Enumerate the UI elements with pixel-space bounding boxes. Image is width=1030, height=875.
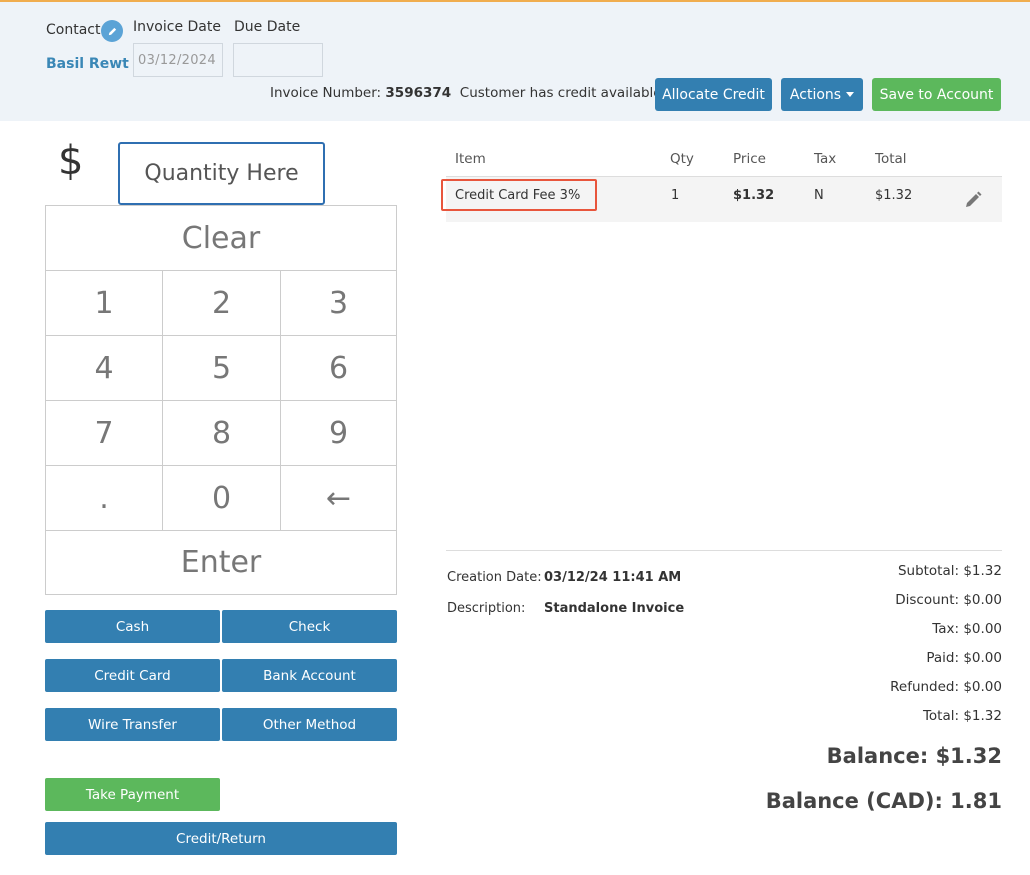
balance-cad: Balance (CAD): 1.81 [765, 789, 1002, 813]
save-to-account-button[interactable]: Save to Account [872, 78, 1001, 111]
invoice-number: 3596374 [385, 85, 452, 101]
invoice-date-field[interactable]: 03/12/2024 [133, 43, 223, 77]
allocate-credit-label: Allocate Credit [662, 86, 765, 103]
key-2[interactable]: 2 [162, 270, 281, 336]
line-item-total: $1.32 [875, 188, 913, 203]
enter-key[interactable]: Enter [45, 530, 397, 595]
credit-notice: Customer has credit available. [459, 85, 666, 101]
key-0[interactable]: 0 [162, 465, 281, 531]
invoice-date-label: Invoice Date [133, 19, 221, 35]
currency-symbol: $ [58, 138, 84, 184]
creation-date-value: 03/12/24 11:41 AM [544, 570, 682, 585]
cash-button[interactable]: Cash [45, 610, 220, 643]
refunded-total: Refunded: $0.00 [890, 679, 1002, 695]
paid-total: Paid: $0.00 [926, 650, 1002, 666]
key-9[interactable]: 9 [280, 400, 397, 466]
quantity-input[interactable]: Quantity Here [118, 142, 325, 205]
key-6[interactable]: 6 [280, 335, 397, 401]
caret-down-icon [846, 92, 855, 97]
due-date-field[interactable] [233, 43, 323, 77]
bank-account-button[interactable]: Bank Account [222, 659, 397, 692]
column-header-qty: Qty [670, 151, 694, 167]
edit-line-item-pencil-icon[interactable] [963, 190, 983, 210]
key-1[interactable]: 1 [45, 270, 163, 336]
credit-card-button[interactable]: Credit Card [45, 659, 220, 692]
line-item-name[interactable]: Credit Card Fee 3% [441, 179, 597, 211]
take-payment-button[interactable]: Take Payment [45, 778, 220, 811]
key-7[interactable]: 7 [45, 400, 163, 466]
allocate-credit-button[interactable]: Allocate Credit [655, 78, 772, 111]
backspace-key[interactable]: ← [280, 465, 397, 531]
column-header-total: Total [875, 151, 907, 167]
grand-total: Total: $1.32 [922, 708, 1002, 724]
column-header-item: Item [455, 151, 486, 167]
column-header-price: Price [733, 151, 766, 167]
other-method-button[interactable]: Other Method [222, 708, 397, 741]
pencil-icon [108, 27, 116, 35]
edit-contact-button[interactable] [101, 20, 123, 42]
discount: Discount: $0.00 [895, 592, 1002, 608]
numeric-keypad: Clear 1 2 3 4 5 6 7 8 9 . 0 ← Enter [45, 205, 397, 595]
description-label: Description: [447, 601, 526, 616]
key-4[interactable]: 4 [45, 335, 163, 401]
invoice-info: Invoice Number: 3596374 Customer has cre… [270, 85, 666, 101]
balance: Balance: $1.32 [826, 744, 1002, 768]
wire-transfer-button[interactable]: Wire Transfer [45, 708, 220, 741]
invoice-number-label: Invoice Number: [270, 85, 382, 101]
tax-total: Tax: $0.00 [932, 621, 1002, 637]
summary-divider [446, 550, 1002, 551]
key-decimal[interactable]: . [45, 465, 163, 531]
line-item-price: $1.32 [733, 188, 775, 203]
actions-dropdown-button[interactable]: Actions [781, 78, 863, 111]
credit-return-button[interactable]: Credit/Return [45, 822, 397, 855]
contact-label: Contact [46, 22, 101, 38]
line-item-tax: N [814, 188, 824, 203]
line-item-qty: 1 [671, 188, 680, 203]
actions-label: Actions [789, 86, 842, 103]
column-header-tax: Tax [814, 151, 837, 167]
key-8[interactable]: 8 [162, 400, 281, 466]
due-date-label: Due Date [234, 19, 301, 35]
invoice-header: Contact Basil Rewt Invoice Date 03/12/20… [0, 0, 1030, 121]
creation-date-label: Creation Date: [447, 570, 542, 585]
key-5[interactable]: 5 [162, 335, 281, 401]
subtotal: Subtotal: $1.32 [897, 563, 1002, 579]
description-value: Standalone Invoice [544, 601, 685, 616]
save-to-account-label: Save to Account [879, 86, 994, 103]
key-3[interactable]: 3 [280, 270, 397, 336]
check-button[interactable]: Check [222, 610, 397, 643]
clear-key[interactable]: Clear [45, 205, 397, 271]
contact-name-link[interactable]: Basil Rewt [46, 56, 129, 72]
